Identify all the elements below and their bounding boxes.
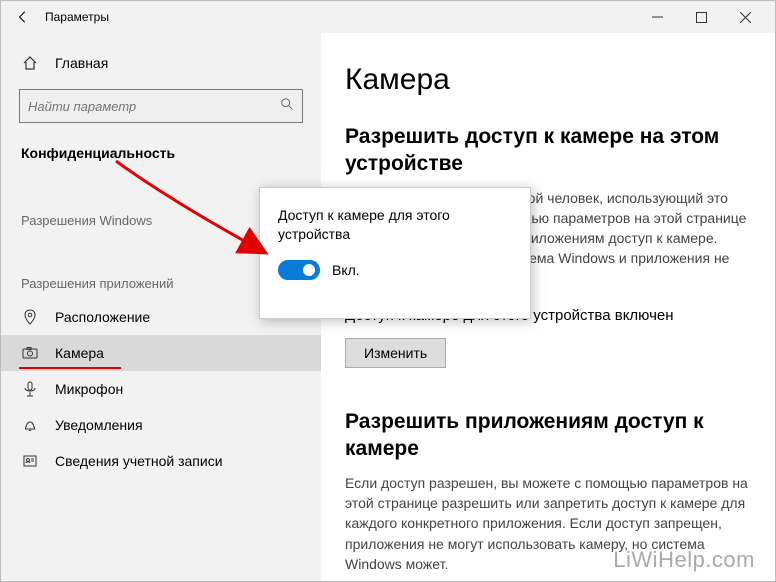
sidebar-item-label: Сведения учетной записи: [55, 453, 223, 469]
camera-access-popup: Доступ к камере для этого устройства Вкл…: [259, 187, 531, 319]
sidebar-item-label: Камера: [55, 345, 104, 361]
back-button[interactable]: [9, 3, 37, 31]
sidebar-item-home[interactable]: Главная: [1, 45, 321, 81]
sidebar-item-account[interactable]: Сведения учетной записи: [1, 443, 321, 479]
sidebar-item-label: Расположение: [55, 309, 150, 325]
sidebar-item-label: Уведомления: [55, 417, 143, 433]
account-icon: [21, 453, 39, 469]
page-title: Камера: [345, 63, 751, 97]
sidebar-item-camera[interactable]: Камера: [1, 335, 321, 371]
popup-title: Доступ к камере для этого устройства: [278, 206, 512, 244]
device-camera-toggle[interactable]: [278, 260, 320, 280]
window-title: Параметры: [45, 10, 109, 24]
section-heading: Разрешить приложениям доступ к камере: [345, 408, 751, 463]
titlebar: Параметры: [1, 1, 775, 33]
bell-icon: [21, 417, 39, 433]
annotation-underline: [19, 367, 121, 369]
section-heading: Разрешить доступ к камере на этом устрой…: [345, 123, 751, 178]
search-input[interactable]: [28, 99, 280, 114]
maximize-button[interactable]: [679, 3, 723, 31]
camera-icon: [21, 345, 39, 361]
search-box[interactable]: [19, 89, 303, 123]
close-button[interactable]: [723, 3, 767, 31]
settings-window: Параметры Главная Конфиденциальность Раз…: [0, 0, 776, 582]
popup-toggle-row: Вкл.: [278, 260, 512, 280]
sidebar-section-title: Конфиденциальность: [1, 133, 321, 173]
microphone-icon: [21, 381, 39, 397]
sidebar-item-label: Главная: [55, 55, 108, 71]
minimize-button[interactable]: [635, 3, 679, 31]
sidebar-item-label: Микрофон: [55, 381, 123, 397]
location-icon: [21, 309, 39, 325]
search-icon: [280, 97, 294, 116]
change-button[interactable]: Изменить: [345, 338, 446, 368]
toggle-label: Вкл.: [332, 262, 360, 278]
watermark: LiWiHelp.com: [613, 547, 755, 573]
home-icon: [21, 55, 39, 71]
sidebar-item-notifications[interactable]: Уведомления: [1, 407, 321, 443]
sidebar-item-microphone[interactable]: Микрофон: [1, 371, 321, 407]
